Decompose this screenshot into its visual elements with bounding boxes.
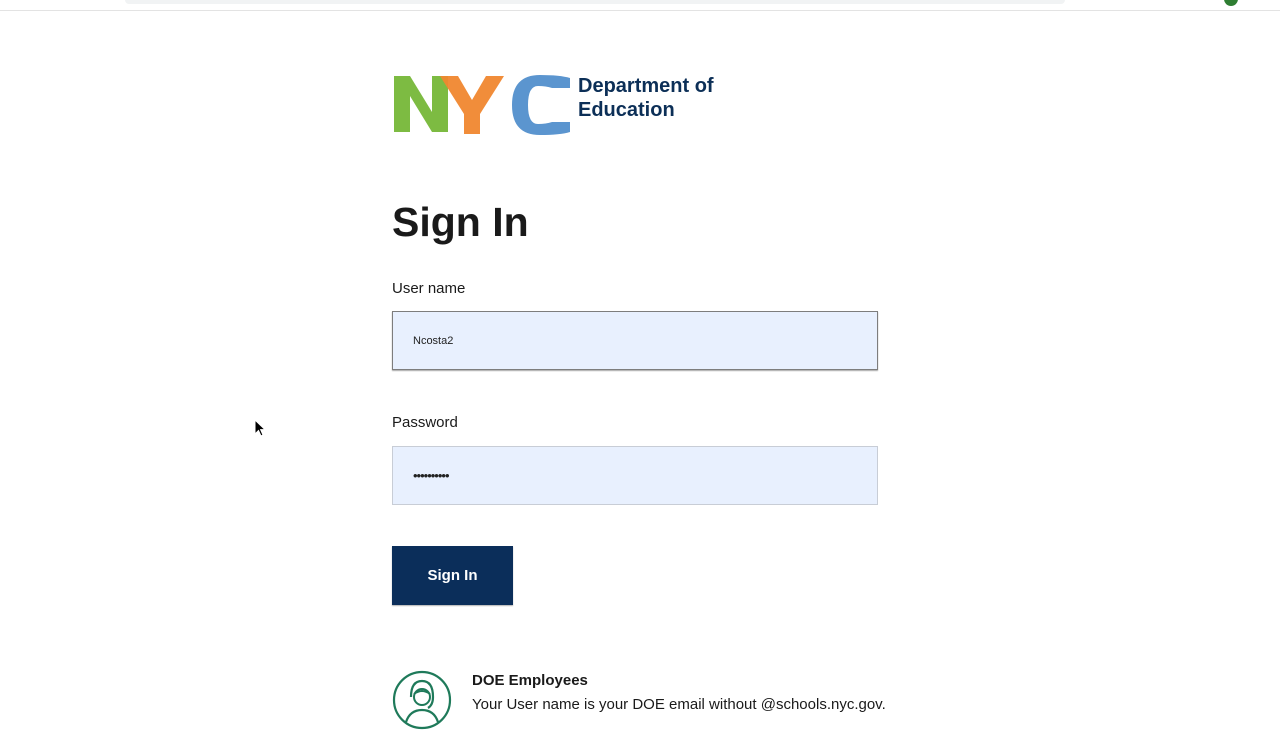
department-name: Department of Education — [578, 74, 714, 122]
page-title: Sign In — [392, 199, 529, 245]
browser-top-bar — [0, 0, 1280, 11]
password-label: Password — [392, 414, 458, 431]
sign-in-button[interactable]: Sign In — [392, 546, 513, 605]
nyc-logo-mark-icon — [394, 75, 570, 135]
profile-avatar-icon[interactable] — [1224, 0, 1238, 6]
password-input[interactable] — [392, 446, 878, 505]
username-input[interactable] — [392, 311, 878, 370]
department-line2: Education — [578, 99, 675, 121]
address-bar-edge[interactable] — [125, 0, 1065, 4]
mouse-pointer-icon — [254, 419, 266, 437]
nyc-doe-logo: Department of Education — [392, 74, 737, 136]
employees-heading: DOE Employees — [472, 672, 588, 689]
person-circle-icon — [392, 670, 452, 730]
employees-info-text: Your User name is your DOE email without… — [472, 696, 886, 713]
department-line1: Department of — [578, 75, 714, 97]
username-label: User name — [392, 280, 466, 297]
